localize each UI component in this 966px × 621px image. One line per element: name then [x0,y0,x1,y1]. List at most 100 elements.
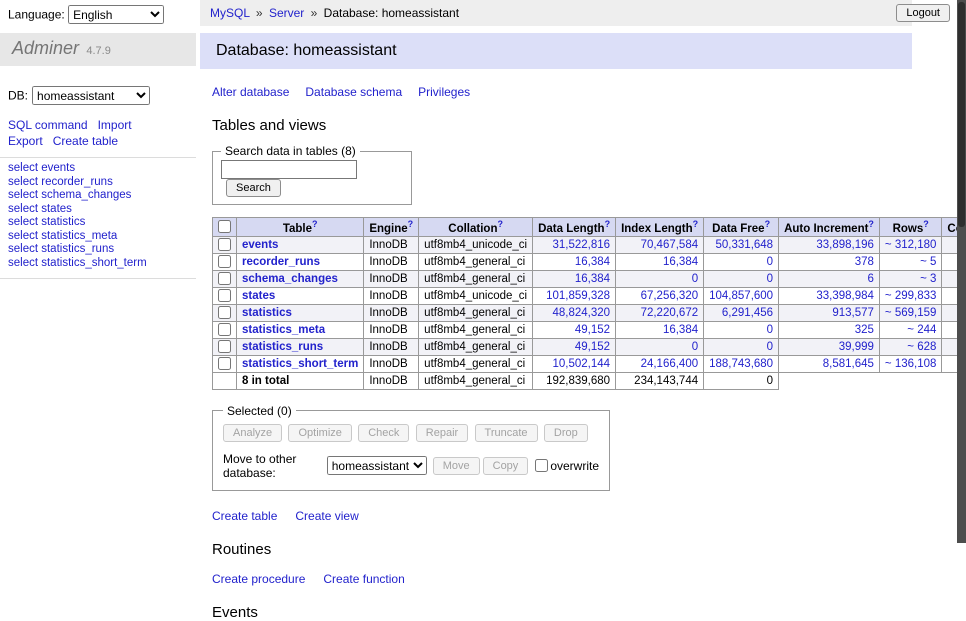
optimize-button[interactable]: Optimize [288,424,351,442]
table-link[interactable]: statistics [242,307,292,319]
row-checkbox[interactable] [218,272,231,285]
index-length-link[interactable]: 0 [692,341,698,353]
index-length-link[interactable]: 72,220,672 [641,307,699,319]
sql-command-link[interactable]: SQL command [8,118,88,132]
table-link[interactable]: statistics_runs [242,341,323,353]
table-link[interactable]: states [242,290,275,302]
data-free-link[interactable]: 0 [767,256,773,268]
data-length-link[interactable]: 101,859,328 [546,290,610,302]
search-button[interactable]: Search [226,179,281,197]
column-help-link[interactable]: ? [497,219,503,229]
data-free-link[interactable]: 188,743,680 [709,358,773,370]
check-button[interactable]: Check [358,424,409,442]
create-table-link-main[interactable]: Create table [212,509,277,523]
row-checkbox[interactable] [218,306,231,319]
drop-button[interactable]: Drop [544,424,588,442]
auto-increment-link[interactable]: 378 [855,256,874,268]
sidebar-item-select-states[interactable]: select states [8,203,72,215]
table-link[interactable]: statistics_meta [242,324,325,336]
data-length-link[interactable]: 49,152 [575,324,610,336]
database-schema-link[interactable]: Database schema [305,85,402,99]
sidebar-item-select-statistics-runs[interactable]: select statistics_runs [8,243,114,255]
index-length-link[interactable]: 16,384 [663,324,698,336]
index-length-link[interactable]: 24,166,400 [641,358,699,370]
column-help-link[interactable]: ? [605,219,611,229]
table-link[interactable]: schema_changes [242,273,338,285]
rows-count-link[interactable]: ~ 312,180 [885,239,936,251]
breadcrumb-link-mysql[interactable]: MySQL [210,6,250,20]
table-link[interactable]: statistics_short_term [242,358,358,370]
data-length-link[interactable]: 48,824,320 [553,307,611,319]
data-length-link[interactable]: 31,522,816 [553,239,611,251]
column-help-link[interactable]: ? [693,219,699,229]
rows-count-link[interactable]: ~ 136,108 [885,358,936,370]
create-procedure-link[interactable]: Create procedure [212,572,305,586]
data-length-link[interactable]: 10,502,144 [553,358,611,370]
scrollbar-thumb[interactable] [958,2,965,227]
truncate-button[interactable]: Truncate [475,424,538,442]
create-function-link[interactable]: Create function [323,572,404,586]
column-help-link[interactable]: ? [312,219,318,229]
column-help-link[interactable]: ? [765,219,771,229]
rows-count-link[interactable]: ~ 299,833 [885,290,936,302]
auto-increment-link[interactable]: 913,577 [832,307,874,319]
move-database-select[interactable]: homeassistant [327,456,427,475]
sidebar-item-select-statistics-meta[interactable]: select statistics_meta [8,230,117,242]
auto-increment-link[interactable]: 33,898,196 [816,239,874,251]
index-length-link[interactable]: 70,467,584 [641,239,699,251]
data-free-link[interactable]: 6,291,456 [722,307,773,319]
analyze-button[interactable]: Analyze [223,424,282,442]
index-length-link[interactable]: 16,384 [663,256,698,268]
table-link[interactable]: recorder_runs [242,256,320,268]
row-checkbox[interactable] [218,340,231,353]
copy-button[interactable]: Copy [483,457,529,475]
language-select[interactable]: English [68,5,164,24]
data-free-link[interactable]: 0 [767,324,773,336]
alter-database-link[interactable]: Alter database [212,85,289,99]
column-help-link[interactable]: ? [408,219,414,229]
auto-increment-link[interactable]: 6 [868,273,874,285]
db-select[interactable]: homeassistant [32,86,150,105]
index-length-link[interactable]: 0 [692,273,698,285]
create-table-link[interactable]: Create table [53,134,118,148]
data-free-link[interactable]: 104,857,600 [709,290,773,302]
data-free-link[interactable]: 50,331,648 [716,239,774,251]
data-length-link[interactable]: 16,384 [575,273,610,285]
auto-increment-link[interactable]: 325 [855,324,874,336]
index-length-link[interactable]: 67,256,320 [641,290,699,302]
row-checkbox[interactable] [218,238,231,251]
auto-increment-link[interactable]: 39,999 [839,341,874,353]
row-checkbox[interactable] [218,323,231,336]
privileges-link[interactable]: Privileges [418,85,470,99]
rows-count-link[interactable]: ~ 244 [907,324,936,336]
auto-increment-link[interactable]: 8,581,645 [823,358,874,370]
column-help-link[interactable]: ? [868,219,874,229]
row-checkbox[interactable] [218,289,231,302]
search-input[interactable] [221,160,357,179]
row-checkbox[interactable] [218,255,231,268]
sidebar-item-select-schema-changes[interactable]: select schema_changes [8,189,131,201]
data-free-link[interactable]: 0 [767,341,773,353]
table-link[interactable]: events [242,239,278,251]
sidebar-item-select-recorder-runs[interactable]: select recorder_runs [8,176,113,188]
logout-button[interactable]: Logout [896,4,950,22]
sidebar-item-select-events[interactable]: select events [8,162,75,174]
sidebar-item-select-statistics[interactable]: select statistics [8,216,85,228]
vertical-scrollbar[interactable] [957,0,966,543]
rows-count-link[interactable]: ~ 5 [920,256,936,268]
rows-count-link[interactable]: ~ 3 [920,273,936,285]
repair-button[interactable]: Repair [416,424,468,442]
import-link[interactable]: Import [98,118,132,132]
sidebar-item-select-statistics-short-term[interactable]: select statistics_short_term [8,257,147,269]
row-checkbox[interactable] [218,357,231,370]
overwrite-checkbox[interactable] [535,459,548,472]
select-all-checkbox[interactable] [218,220,231,233]
column-help-link[interactable]: ? [923,219,929,229]
export-link[interactable]: Export [8,134,43,148]
create-view-link[interactable]: Create view [295,509,358,523]
breadcrumb-link-server[interactable]: Server [269,6,304,20]
rows-count-link[interactable]: ~ 628 [907,341,936,353]
data-length-link[interactable]: 16,384 [575,256,610,268]
rows-count-link[interactable]: ~ 569,159 [885,307,936,319]
move-button[interactable]: Move [433,457,480,475]
